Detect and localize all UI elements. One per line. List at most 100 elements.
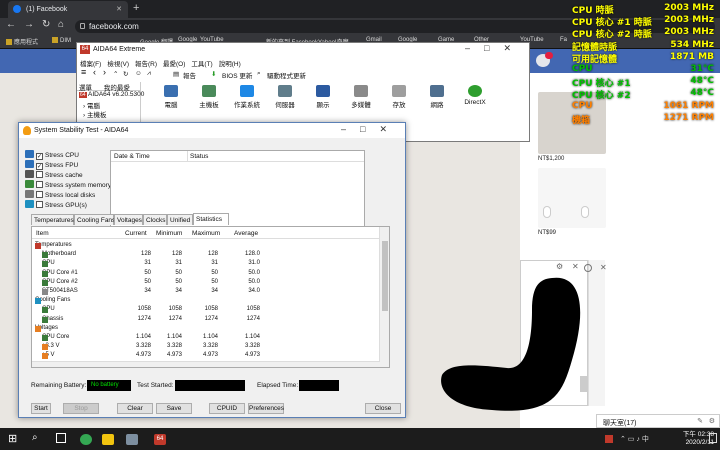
driver-update-button[interactable]: 驅動程式更新 bbox=[267, 70, 306, 80]
bios-update-button[interactable]: BIOS 更新 bbox=[222, 70, 252, 80]
menu-view[interactable]: 檢視(V) bbox=[107, 61, 129, 68]
col-status[interactable]: Status bbox=[190, 153, 208, 160]
home-icon[interactable]: ⌂ bbox=[58, 19, 64, 30]
browser-tab[interactable]: (1) Facebook ✕ bbox=[8, 1, 128, 18]
task-view-icon[interactable] bbox=[56, 433, 66, 443]
table-row[interactable]: +3.3 V 3.328 3.328 3.328 3.328 bbox=[32, 342, 380, 351]
group-row[interactable]: Cooling Fans bbox=[32, 296, 380, 305]
col-maximum[interactable]: Maximum bbox=[192, 230, 220, 237]
settings-icon[interactable]: ⚙ bbox=[709, 417, 715, 425]
table-row[interactable]: +5 V 4.973 4.973 4.973 4.973 bbox=[32, 351, 380, 360]
menu-favorites[interactable]: 最愛(O) bbox=[163, 61, 185, 68]
category-multimedia[interactable]: 多媒體 bbox=[341, 85, 381, 109]
category-storage[interactable]: 存放 bbox=[379, 85, 419, 109]
refresh-icon[interactable]: ↻ bbox=[123, 70, 128, 78]
stress-disks-checkbox[interactable]: Stress local disks bbox=[25, 190, 95, 199]
stress-cache-checkbox[interactable]: Stress cache bbox=[25, 170, 83, 179]
category-display[interactable]: 顯示 bbox=[303, 85, 343, 109]
table-row[interactable]: CPU Core #1 50 50 50 50.0 bbox=[32, 269, 380, 278]
checkbox[interactable] bbox=[36, 201, 43, 208]
category-os[interactable]: 作業系統 bbox=[227, 85, 267, 109]
forward-icon[interactable]: › bbox=[103, 67, 106, 77]
reload-icon[interactable]: ↻ bbox=[42, 19, 50, 30]
checkbox[interactable] bbox=[36, 171, 43, 178]
checkbox[interactable] bbox=[36, 181, 43, 188]
start-button[interactable]: Start bbox=[31, 403, 51, 414]
col-current[interactable]: Current bbox=[125, 230, 147, 237]
compose-icon[interactable]: ✎ bbox=[697, 417, 703, 425]
tree-root[interactable]: 64 AIDA64 v6.20.5300 bbox=[77, 91, 144, 100]
category-motherboard[interactable]: 主機板 bbox=[189, 85, 229, 109]
col-average[interactable]: Average bbox=[234, 230, 258, 237]
close-icon[interactable]: ✕ bbox=[600, 263, 607, 272]
chat-bar[interactable]: 聊天室(17) ✎ ⚙ bbox=[596, 414, 720, 428]
stress-cpu-checkbox[interactable]: ✓ Stress CPU bbox=[25, 150, 79, 160]
tab-cooling-fans[interactable]: Cooling Fans bbox=[74, 214, 115, 225]
bookmark-item[interactable]: Fa bbox=[560, 37, 567, 43]
save-button[interactable]: Save bbox=[156, 403, 192, 414]
tab-voltages[interactable]: Voltages bbox=[114, 214, 143, 225]
stress-fpu-checkbox[interactable]: ✓ Stress FPU bbox=[25, 160, 78, 170]
search-icon[interactable]: ⌕ bbox=[32, 432, 38, 443]
stress-memory-checkbox[interactable]: Stress system memory bbox=[25, 180, 111, 189]
window-controls[interactable]: –□✕ bbox=[465, 43, 525, 54]
menu-report[interactable]: 報告(R) bbox=[135, 61, 157, 68]
close-tab-icon[interactable]: ✕ bbox=[116, 5, 122, 13]
table-row[interactable]: ST500418AS 34 34 34 34.0 bbox=[32, 287, 380, 296]
category-directx[interactable]: DirectX bbox=[455, 85, 495, 106]
table-row[interactable]: CPU Core 1.104 1.104 1.104 1.104 bbox=[32, 333, 380, 342]
tab-clocks[interactable]: Clocks bbox=[143, 214, 167, 225]
search-icon[interactable]: ⌕ bbox=[257, 70, 261, 78]
tray-icons[interactable]: ⌃ ▭ ♪ 中 bbox=[620, 434, 649, 444]
user-icon[interactable]: ☺ bbox=[135, 70, 142, 77]
tab-temperatures[interactable]: Temperatures bbox=[31, 214, 74, 225]
group-row[interactable]: Voltages bbox=[32, 324, 380, 333]
stress-gpu-checkbox[interactable]: Stress GPU(s) bbox=[25, 200, 87, 209]
window-controls[interactable]: –□✕ bbox=[341, 124, 401, 135]
chart-icon[interactable]: ⩘ bbox=[147, 70, 151, 78]
aida64-taskbar-icon[interactable]: 64 bbox=[154, 434, 166, 445]
tab-unified[interactable]: Unified bbox=[167, 214, 193, 225]
tree-item[interactable]: › 主機板 bbox=[77, 109, 140, 119]
table-row[interactable]: CPU 31 31 31 31.0 bbox=[32, 259, 380, 268]
checkbox[interactable] bbox=[36, 191, 43, 198]
category-network[interactable]: 網路 bbox=[417, 85, 457, 109]
back-icon[interactable]: ‹ bbox=[93, 67, 96, 77]
tree-item[interactable]: › 電腦 bbox=[77, 100, 140, 110]
vertical-scrollbar[interactable] bbox=[379, 227, 389, 367]
airpods-thumb[interactable] bbox=[538, 168, 606, 228]
preferences-button[interactable]: Preferences bbox=[248, 403, 284, 414]
table-row[interactable]: Motherboard 128 128 128 128.0 bbox=[32, 250, 380, 259]
notification-icon[interactable] bbox=[709, 433, 717, 443]
category-server[interactable]: 伺服器 bbox=[265, 85, 305, 109]
checkbox[interactable]: ✓ bbox=[36, 153, 43, 160]
table-row[interactable]: CPU 1058 1058 1058 1058 bbox=[32, 305, 380, 314]
horizontal-scrollbar[interactable] bbox=[32, 361, 380, 367]
table-row[interactable]: CPU Core #2 50 50 50 50.0 bbox=[32, 278, 380, 287]
up-icon[interactable]: ⌃ bbox=[113, 70, 118, 78]
chrome-icon[interactable] bbox=[80, 434, 92, 445]
group-row[interactable]: Temperatures bbox=[32, 241, 380, 250]
close-button[interactable]: Close bbox=[365, 403, 401, 414]
menu-tools[interactable]: 工具(T) bbox=[191, 61, 212, 68]
file-explorer-icon[interactable] bbox=[102, 434, 114, 445]
report-button[interactable]: 報告 bbox=[183, 70, 196, 80]
bookmark-item[interactable]: DIM bbox=[52, 37, 71, 44]
category-computer[interactable]: 電腦 bbox=[151, 85, 191, 109]
menu-icon[interactable]: ≡ bbox=[81, 67, 86, 77]
start-icon[interactable]: ⊞ bbox=[8, 432, 17, 445]
app-icon[interactable] bbox=[126, 434, 138, 445]
col-minimum[interactable]: Minimum bbox=[156, 230, 182, 237]
new-tab-button[interactable]: + bbox=[133, 2, 139, 14]
menu-help[interactable]: 說明(H) bbox=[219, 61, 241, 68]
cpuid-button[interactable]: CPUID bbox=[209, 403, 245, 414]
clear-button[interactable]: Clear bbox=[117, 403, 153, 414]
col-item[interactable]: Item bbox=[36, 230, 49, 237]
scrollbar-thumb[interactable] bbox=[382, 241, 388, 311]
stop-button[interactable]: Stop bbox=[63, 403, 99, 414]
report-icon[interactable]: ▤ bbox=[173, 70, 179, 78]
checkbox[interactable]: ✓ bbox=[36, 163, 43, 170]
bookmark-item[interactable]: 應用程式 bbox=[6, 37, 38, 46]
chat-scroll[interactable] bbox=[588, 260, 605, 406]
table-row[interactable]: Chassis 1274 1274 1274 1274 bbox=[32, 315, 380, 324]
